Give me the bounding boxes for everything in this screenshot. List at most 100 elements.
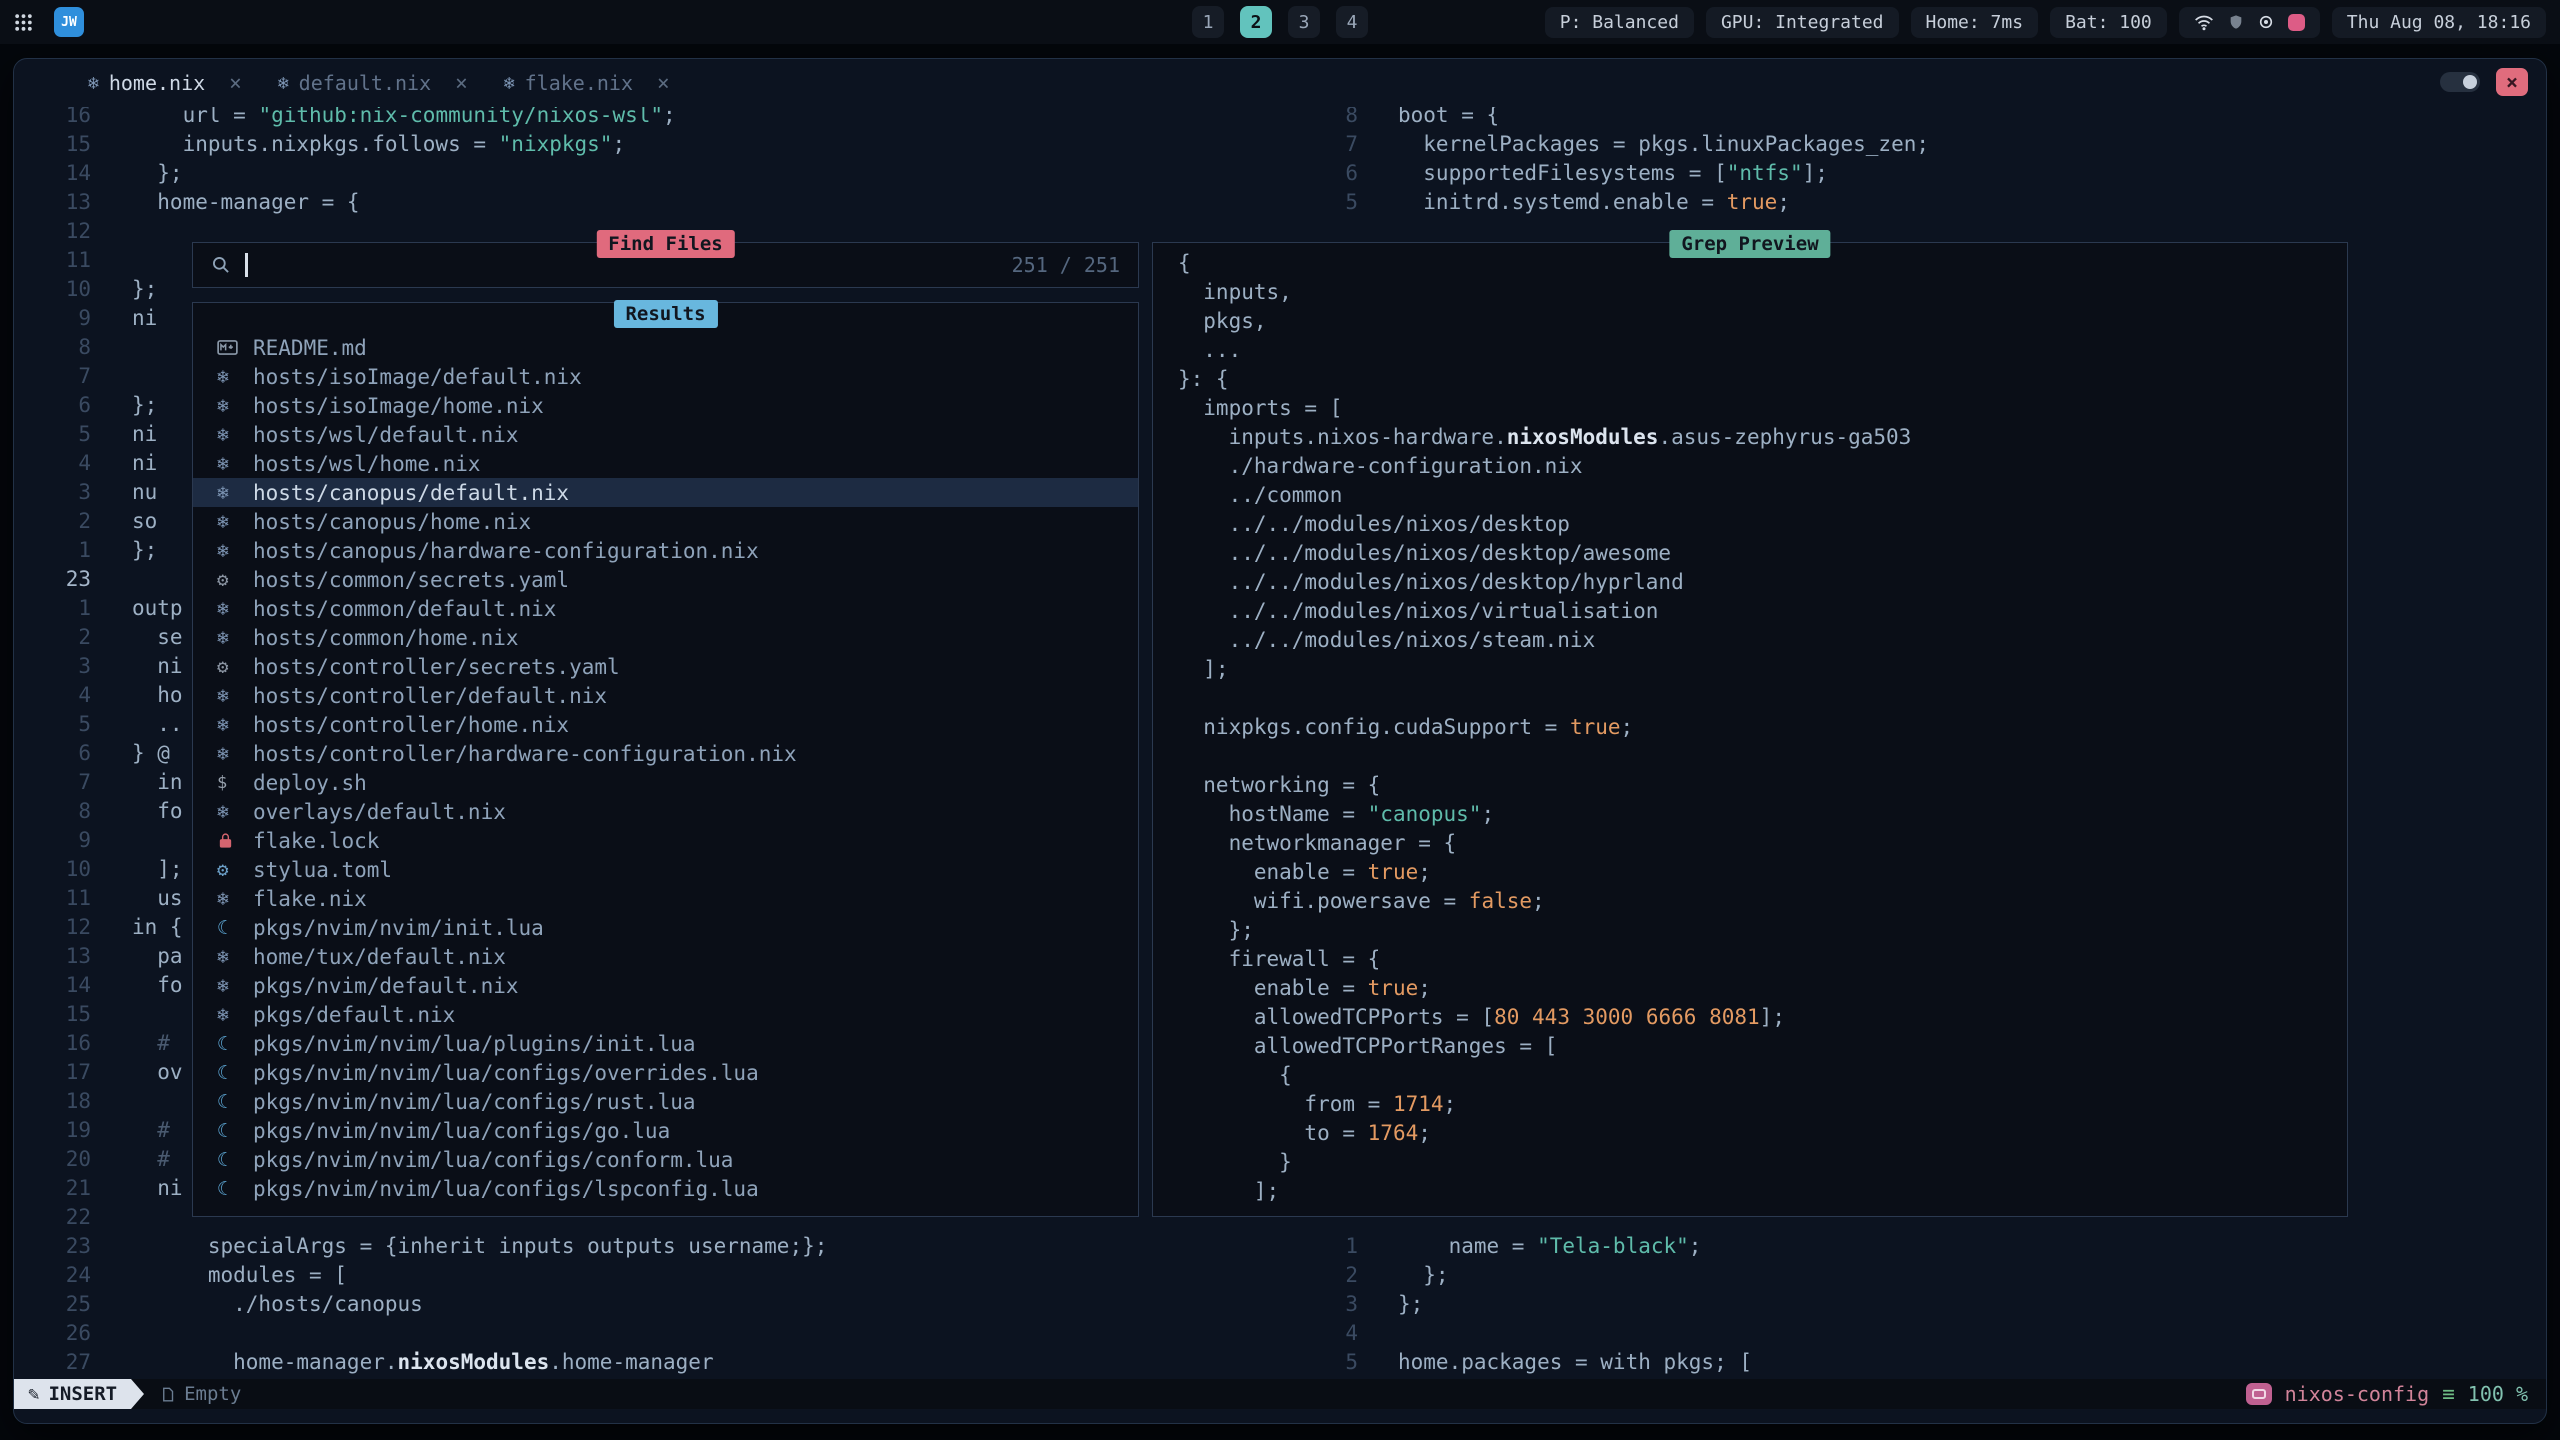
workspace-button-2[interactable]: 2 — [1240, 6, 1272, 38]
file-name: stylua.toml — [253, 858, 392, 882]
file-name: pkgs/nvim/nvim/lua/configs/overrides.lua — [253, 1061, 759, 1085]
preview-code-line: hostName = "canopus"; — [1178, 800, 2347, 829]
tab-label: default.nix — [299, 71, 431, 95]
file-result[interactable]: ❄home/tux/default.nix — [193, 942, 1138, 971]
file-result[interactable]: ❄overlays/default.nix — [193, 797, 1138, 826]
line-number: 19 — [14, 1116, 91, 1145]
preview-code-line: allowedTCPPortRanges = [ — [1178, 1032, 2347, 1061]
line-number: 13 — [14, 942, 91, 971]
line-number: 26 — [14, 1319, 91, 1348]
preview-code: { inputs, pkgs, ...}: { imports = [ inpu… — [1153, 243, 2347, 1206]
latency-module[interactable]: Home: 7ms — [1911, 7, 2039, 38]
file-result[interactable]: ⚙hosts/common/secrets.yaml — [193, 565, 1138, 594]
file-name: pkgs/nvim/nvim/lua/configs/go.lua — [253, 1119, 670, 1143]
wifi-icon[interactable] — [2194, 14, 2214, 31]
preview-code-line: networkmanager = { — [1178, 829, 2347, 858]
workspace-button-1[interactable]: 1 — [1192, 6, 1224, 38]
file-result[interactable]: ❄hosts/wsl/default.nix — [193, 420, 1138, 449]
file-name: hosts/controller/home.nix — [253, 713, 569, 737]
tab-close-icon[interactable]: × — [455, 71, 468, 95]
file-result[interactable]: ❄hosts/isoImage/default.nix — [193, 362, 1138, 391]
file-result[interactable]: ☾pkgs/nvim/nvim/lua/configs/overrides.lu… — [193, 1058, 1138, 1087]
file-name: hosts/wsl/default.nix — [253, 423, 519, 447]
file-name: deploy.sh — [253, 771, 367, 795]
file-result[interactable]: ❄pkgs/nvim/default.nix — [193, 971, 1138, 1000]
topbar-left: JW — [14, 7, 84, 37]
code-line: 23 specialArgs = {inherit inputs outputs… — [14, 1232, 1332, 1261]
file-result[interactable]: ❄hosts/isoImage/home.nix — [193, 391, 1138, 420]
tab-default.nix[interactable]: ❄ default.nix × — [278, 71, 468, 95]
file-result[interactable]: README.md — [193, 333, 1138, 362]
tab-close-icon[interactable]: × — [229, 71, 242, 95]
mode-label: INSERT — [48, 1383, 117, 1405]
file-result[interactable]: ❄flake.nix — [193, 884, 1138, 913]
line-number: 4 — [14, 681, 91, 710]
tab-home.nix[interactable]: ❄home.nix× — [88, 71, 242, 95]
battery-module[interactable]: Bat: 100 — [2050, 7, 2167, 38]
telescope-prompt[interactable]: Find Files 251 / 251 — [192, 242, 1139, 288]
line-number: 8 — [14, 333, 91, 362]
close-icon[interactable]: × — [2496, 68, 2528, 96]
file-result[interactable]: ☾pkgs/nvim/nvim/lua/configs/go.lua — [193, 1116, 1138, 1145]
line-number: 2 — [1332, 1261, 1358, 1290]
file-result[interactable]: ❄hosts/wsl/home.nix — [193, 449, 1138, 478]
file-result[interactable]: ☾pkgs/nvim/nvim/lua/configs/lspconfig.lu… — [193, 1174, 1138, 1203]
recording-icon[interactable] — [2288, 14, 2305, 31]
line-number: 25 — [14, 1290, 91, 1319]
file-result[interactable]: flake.lock — [193, 826, 1138, 855]
preview-code-line: to = 1764; — [1178, 1119, 2347, 1148]
preview-code-line: enable = true; — [1178, 974, 2347, 1003]
shield-icon[interactable] — [2228, 14, 2244, 30]
text-cursor — [245, 253, 248, 277]
preview-code-line: pkgs, — [1178, 307, 2347, 336]
clock[interactable]: Thu Aug 08, 18:16 — [2332, 7, 2546, 38]
file-result[interactable]: ❄hosts/controller/hardware-configuration… — [193, 739, 1138, 768]
preview-code-line: inputs, — [1178, 278, 2347, 307]
indicator-icon[interactable] — [2258, 14, 2274, 30]
file-result[interactable]: ❄hosts/controller/home.nix — [193, 710, 1138, 739]
file-result[interactable]: ☾pkgs/nvim/nvim/lua/configs/conform.lua — [193, 1145, 1138, 1174]
toggle-switch[interactable] — [2440, 72, 2480, 92]
file-result[interactable]: ❄hosts/canopus/hardware-configuration.ni… — [193, 536, 1138, 565]
line-number: 23 — [14, 565, 91, 594]
workspace-button-4[interactable]: 4 — [1336, 6, 1368, 38]
status-icons — [2179, 7, 2320, 38]
file-result[interactable]: ⚙stylua.toml — [193, 855, 1138, 884]
file-result[interactable]: ⚙hosts/controller/secrets.yaml — [193, 652, 1138, 681]
gpu-module[interactable]: GPU: Integrated — [1706, 7, 1899, 38]
workspace-button-3[interactable]: 3 — [1288, 6, 1320, 38]
line-number: 4 — [14, 449, 91, 478]
file-result[interactable]: ❄hosts/canopus/default.nix — [193, 478, 1138, 507]
mode-indicator: ✎ INSERT — [14, 1379, 131, 1409]
app-launcher-icon[interactable] — [14, 11, 36, 33]
command-line — [14, 1409, 2546, 1423]
file-result[interactable]: ☾pkgs/nvim/nvim/lua/plugins/init.lua — [193, 1029, 1138, 1058]
code-line: 13 home-manager = { — [14, 188, 1332, 217]
file-result[interactable]: ❄hosts/canopus/home.nix — [193, 507, 1138, 536]
line-number: 21 — [14, 1174, 91, 1203]
file-result[interactable]: ❄hosts/common/default.nix — [193, 594, 1138, 623]
nix-icon: ❄ — [278, 73, 289, 94]
code-line: 3}; — [1332, 1290, 2546, 1319]
file-result[interactable]: ☾pkgs/nvim/nvim/lua/configs/rust.lua — [193, 1087, 1138, 1116]
nix-icon: ❄ — [217, 714, 253, 736]
file-result[interactable]: ☾pkgs/nvim/nvim/init.lua — [193, 913, 1138, 942]
file-result[interactable]: ❄hosts/controller/default.nix — [193, 681, 1138, 710]
file-name: pkgs/nvim/nvim/lua/configs/rust.lua — [253, 1090, 696, 1114]
logo-icon[interactable]: JW — [54, 7, 84, 37]
yaml-icon: ⚙ — [217, 569, 253, 591]
window-controls: × — [2440, 68, 2528, 96]
nix-icon: ❄ — [217, 482, 253, 504]
tab-close-icon[interactable]: × — [657, 71, 670, 95]
power-profile-module[interactable]: P: Balanced — [1545, 7, 1694, 38]
preview-code-line: enable = true; — [1178, 858, 2347, 887]
code-line: 25 ./hosts/canopus — [14, 1290, 1332, 1319]
line-number: 8 — [14, 797, 91, 826]
preview-code-line: }: { — [1178, 365, 2347, 394]
line-number: 1 — [14, 594, 91, 623]
file-result[interactable]: ❄pkgs/default.nix — [193, 1000, 1138, 1029]
file-result[interactable]: ❄hosts/common/home.nix — [193, 623, 1138, 652]
line-number: 9 — [14, 826, 91, 855]
tab-flake.nix[interactable]: ❄flake.nix× — [504, 71, 670, 95]
file-result[interactable]: $deploy.sh — [193, 768, 1138, 797]
